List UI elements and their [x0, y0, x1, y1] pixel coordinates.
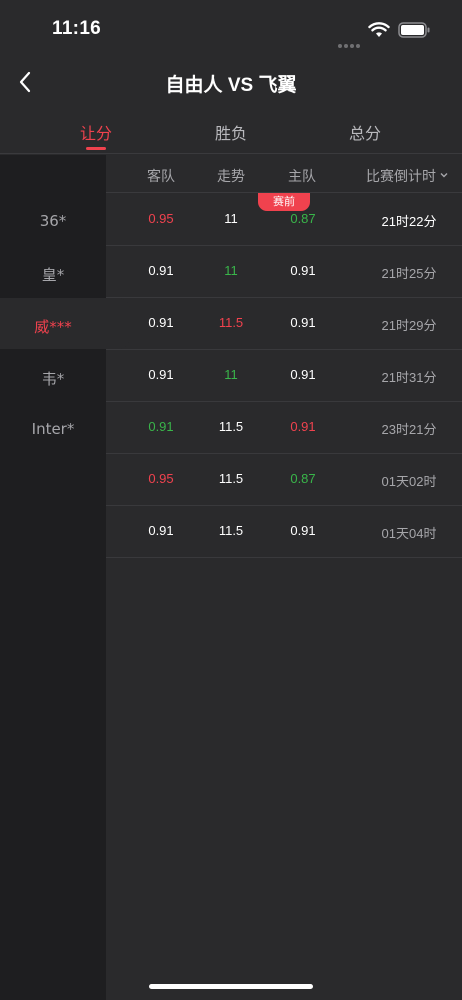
header-trend: 走势	[217, 169, 245, 185]
home-odds: 0.91	[290, 419, 316, 434]
tab-bar: 让分 胜负 总分	[0, 112, 462, 154]
status-time: 11:16	[52, 18, 102, 39]
home-odds: 0.91	[290, 367, 316, 382]
away-odds: 0.95	[148, 471, 174, 486]
header-away: 客队	[147, 169, 175, 185]
table-row[interactable]: 0.95 11.5 0.87 01天02时	[106, 454, 462, 506]
home-odds: 0.87	[290, 211, 316, 226]
trend-value: 11.5	[218, 523, 244, 538]
company-item[interactable]: 皇*	[0, 264, 106, 285]
countdown: 21时29分	[381, 318, 437, 333]
away-odds: 0.91	[148, 419, 174, 434]
countdown: 01天04时	[381, 526, 437, 541]
trend-value: 11	[224, 367, 238, 382]
tab-handicap[interactable]: 让分	[56, 120, 136, 144]
away-odds: 0.91	[148, 263, 174, 278]
home-odds: 0.91	[290, 523, 316, 538]
countdown: 23时21分	[381, 422, 437, 437]
header-home: 主队	[288, 169, 316, 185]
tab-moneyline[interactable]: 胜负	[191, 120, 271, 144]
battery-icon	[398, 22, 430, 38]
page-title: 自由人 VS 飞翼	[165, 75, 297, 96]
table-row[interactable]: 0.95 11 0.87 21时22分	[106, 194, 462, 246]
chevron-down-icon	[440, 173, 448, 178]
header-countdown[interactable]: 比赛倒计时	[366, 166, 448, 186]
trend-value: 11	[224, 211, 238, 226]
nav-bar: 自由人 VS 飞翼	[0, 58, 462, 108]
company-item[interactable]: 韦*	[0, 368, 106, 389]
table-header: 客队 走势 主队 比赛倒计时	[106, 155, 462, 193]
home-odds: 0.87	[290, 471, 316, 486]
table-row[interactable]: 0.91 11 0.91 21时25分	[106, 246, 462, 298]
countdown: 21时31分	[381, 370, 437, 385]
away-odds: 0.91	[148, 315, 174, 330]
trend-value: 11.5	[218, 419, 244, 434]
trend-value: 11.5	[218, 315, 244, 330]
countdown: 21时25分	[381, 266, 437, 281]
signal-icon	[338, 33, 362, 48]
tab-indicator	[86, 147, 106, 150]
status-bar: 11:16	[0, 0, 462, 58]
home-odds: 0.91	[290, 263, 316, 278]
table-row[interactable]: 0.91 11.5 0.91 21时29分	[106, 298, 462, 350]
away-odds: 0.95	[148, 211, 174, 226]
countdown: 21时22分	[381, 214, 437, 229]
trend-value: 11.5	[218, 471, 244, 486]
table-row[interactable]: 0.91 11 0.91 21时31分	[106, 350, 462, 402]
countdown: 01天02时	[381, 474, 437, 489]
away-odds: 0.91	[148, 367, 174, 382]
away-odds: 0.91	[148, 523, 174, 538]
screen: 11:16 自由人 VS 飞翼 让分 胜负 总分 36* 皇* 威*** 韦* …	[0, 0, 462, 1000]
company-item[interactable]: Inter*	[0, 420, 106, 438]
wifi-icon	[368, 22, 390, 37]
home-odds: 0.91	[290, 315, 316, 330]
tab-total[interactable]: 总分	[325, 120, 405, 144]
company-item[interactable]: 36*	[0, 212, 106, 230]
table-row[interactable]: 0.91 11.5 0.91 23时21分	[106, 402, 462, 454]
table-row[interactable]: 0.91 11.5 0.91 01天04时	[106, 506, 462, 558]
home-indicator[interactable]	[149, 984, 313, 989]
trend-value: 11	[224, 263, 238, 278]
header-countdown-label: 比赛倒计时	[366, 169, 436, 185]
company-item-active[interactable]: 威***	[0, 316, 106, 337]
